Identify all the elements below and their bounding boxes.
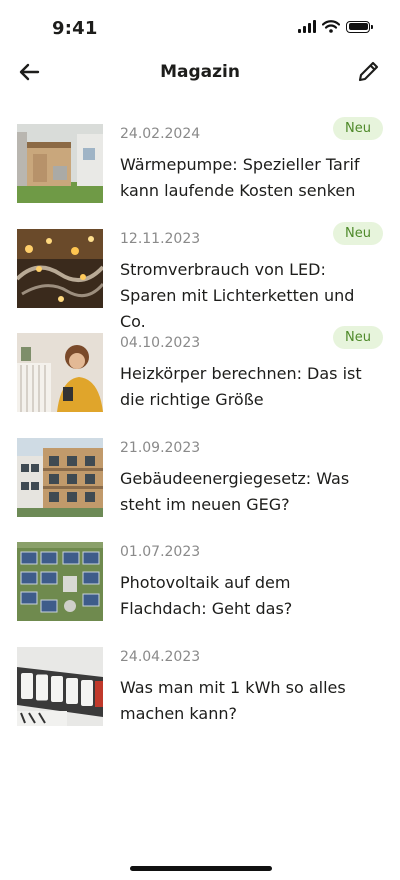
battery-icon <box>346 20 373 33</box>
article-date: 01.07.2023 <box>120 544 201 561</box>
article-title: Heizkörper berechnen: Das ist die richti… <box>120 364 362 410</box>
apartment-building-image <box>17 437 103 517</box>
edit-button[interactable] <box>354 58 382 86</box>
page-title: Magazin <box>160 62 240 82</box>
solar-panels-image <box>17 542 103 622</box>
new-badge: Neu <box>333 221 383 245</box>
heat-pump-house-image <box>17 124 103 203</box>
electricity-meter-image <box>17 646 103 726</box>
article-item[interactable]: 12.11.2023 Stromverbrauch von LED: Spare… <box>0 221 400 331</box>
new-badge: Neu <box>333 326 383 350</box>
article-item[interactable]: 24.02.2024 Wärmepumpe: Spezieller Tarif … <box>0 117 400 225</box>
article-title: Was man mit 1 kWh so alles machen kann? <box>120 677 346 723</box>
woman-radiator-image <box>17 333 103 413</box>
article-date: 04.10.2023 <box>120 335 201 352</box>
new-badge: Neu <box>333 117 383 140</box>
article-title: Photovoltaik auf dem Flachdach: Geht das… <box>120 573 293 619</box>
home-indicator[interactable] <box>130 866 272 871</box>
pencil-icon <box>358 61 379 82</box>
article-item[interactable]: 24.04.2023 Was man mit 1 kWh so alles ma… <box>0 643 400 748</box>
article-item[interactable]: 04.10.2023 Heizkörper berechnen: Das ist… <box>0 326 400 434</box>
navigation-bar: Magazin <box>0 50 400 96</box>
status-time: 9:41 <box>52 18 98 39</box>
wifi-icon <box>322 20 340 33</box>
article-title: Gebäudeenergiegesetz: Was steht im neuen… <box>120 468 350 514</box>
article-date: 24.02.2024 <box>120 126 201 142</box>
article-list: 24.02.2024 Wärmepumpe: Spezieller Tarif … <box>0 117 400 748</box>
article-item[interactable]: 21.09.2023 Gebäudeenergiegesetz: Was ste… <box>0 434 400 539</box>
cellular-signal-icon <box>298 20 316 33</box>
status-bar: 9:41 <box>0 0 400 56</box>
article-date: 12.11.2023 <box>120 230 201 247</box>
article-title: Stromverbrauch von LED: Sparen mit Licht… <box>120 259 355 331</box>
article-title: Wärmepumpe: Spezieller Tarif kann laufen… <box>120 155 360 200</box>
fairy-lights-image <box>17 228 103 308</box>
article-item[interactable]: 01.07.2023 Photovoltaik auf dem Flachdac… <box>0 538 400 643</box>
article-date: 21.09.2023 <box>120 439 201 456</box>
article-date: 24.04.2023 <box>120 648 201 665</box>
status-icons <box>298 20 373 33</box>
